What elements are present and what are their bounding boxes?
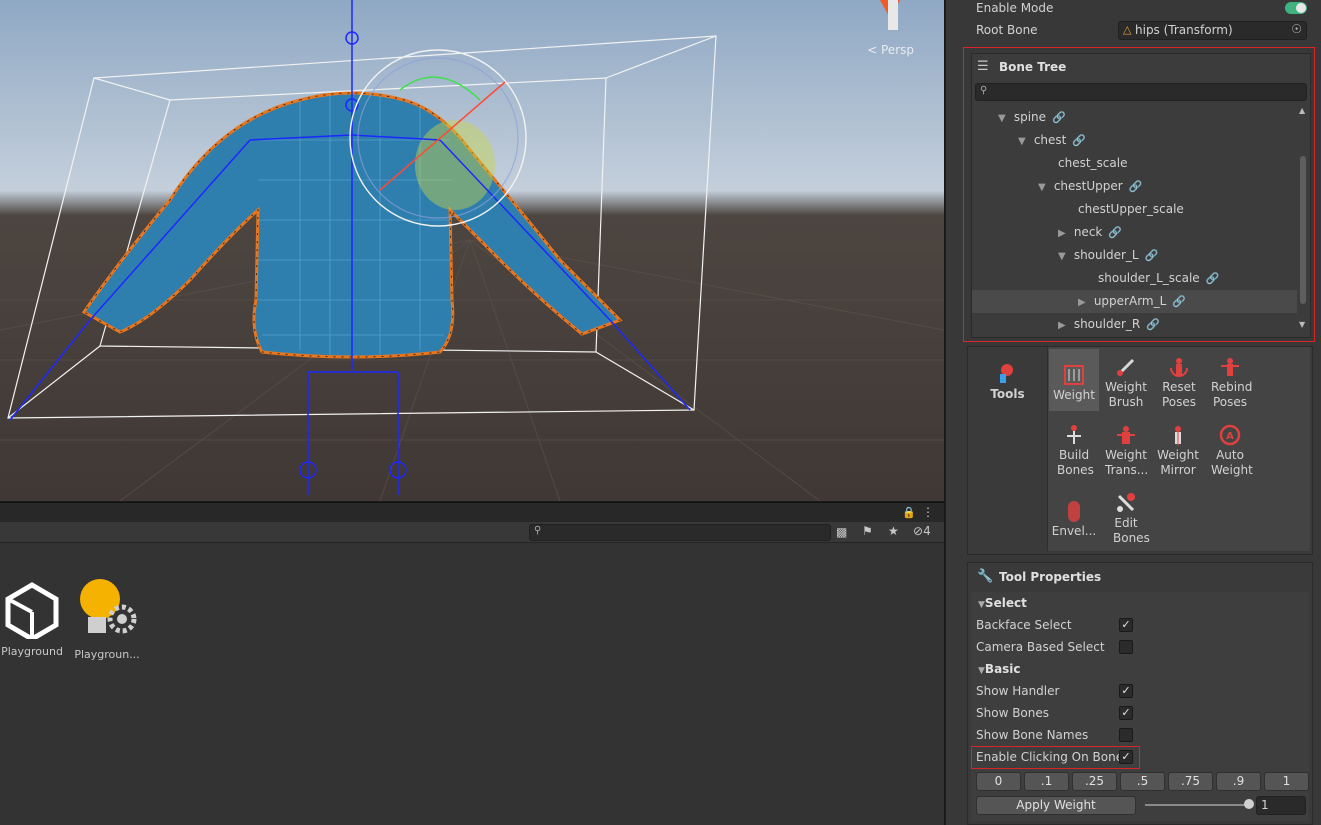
camera-based-select-checkbox[interactable] — [1119, 640, 1133, 654]
asset-item[interactable]: Playground — [0, 579, 67, 658]
tools-label: Tools — [990, 387, 1025, 401]
root-bone-field[interactable]: △ hips (Transform) ☉ — [1118, 21, 1307, 40]
tool-label: Weight — [1053, 388, 1095, 402]
tools-icon — [1000, 364, 1013, 383]
projection-label[interactable]: < Persp — [867, 43, 914, 57]
show-bone-names-label: Show Bone Names — [976, 728, 1089, 742]
weight-slider-track[interactable] — [1145, 804, 1249, 806]
scene-view[interactable]: < Persp — [0, 0, 944, 501]
foldout-arrow-icon: ▼ — [978, 666, 985, 676]
lighting-settings-icon — [80, 579, 137, 634]
weight-slider-knob[interactable] — [1244, 799, 1254, 809]
weight-preset-0.1-button[interactable]: .1 — [1024, 772, 1069, 791]
tool-rebind-poses-button[interactable]: Rebind Poses — [1205, 356, 1255, 410]
show-bones-checkbox[interactable]: ✓ — [1119, 706, 1133, 720]
build-bones-icon — [1067, 425, 1081, 444]
asset-label: Playgroun... — [74, 648, 140, 661]
backface-select-checkbox[interactable]: ✓ — [1119, 618, 1133, 632]
root-bone-value: hips (Transform) — [1135, 23, 1233, 37]
hidden-count: 4 — [923, 524, 931, 538]
object-picker-icon[interactable]: ☉ — [1291, 22, 1302, 36]
asset-label: Playground — [1, 645, 63, 658]
favorites-star-icon[interactable]: ★ — [888, 524, 899, 538]
enable-clicking-highlight-box — [971, 746, 1140, 769]
lock-icon[interactable]: 🔒 — [902, 506, 916, 519]
weight-preset-0.9-button[interactable]: .9 — [1216, 772, 1261, 791]
weight-value-text: 1 — [1261, 798, 1269, 812]
apply-weight-button[interactable]: Apply Weight — [976, 796, 1136, 815]
tool-label: Auto Weight — [1211, 448, 1253, 477]
project-tab-bar: 🔒 ⋮ — [0, 502, 944, 523]
root-bone-label: Root Bone — [976, 23, 1038, 37]
tool-build-bones-button[interactable]: Build Bones — [1049, 424, 1099, 478]
tool-label: Reset Poses — [1161, 380, 1197, 409]
asset-item[interactable]: Playgroun... — [72, 579, 142, 661]
brush-icon — [1117, 358, 1135, 376]
backface-select-label: Backface Select — [976, 618, 1072, 632]
basic-header: Basic — [984, 662, 1021, 676]
tool-envelope-button[interactable]: Envel... — [1049, 500, 1099, 539]
weight-preset-0.5-button[interactable]: .5 — [1120, 772, 1165, 791]
tool-properties-title: Tool Properties — [999, 570, 1102, 584]
tool-label: Weight Brush — [1105, 380, 1147, 409]
hidden-packages-toggle[interactable]: ⊘4 — [913, 524, 931, 538]
tool-label: Envel... — [1051, 524, 1097, 538]
enable-mode-label: Enable Mode — [976, 1, 1054, 15]
toggle-knob — [1296, 3, 1306, 13]
tool-label: Weight Mirror — [1157, 448, 1199, 477]
basic-foldout[interactable]: ▼Basic — [978, 662, 1021, 676]
tool-weight-transfer-button[interactable]: Weight Trans... — [1101, 424, 1151, 478]
tool-weight-brush-button[interactable]: Weight Brush — [1101, 356, 1151, 410]
tool-auto-weight-button[interactable]: A Auto Weight — [1205, 424, 1255, 478]
enable-mode-toggle[interactable] — [1285, 2, 1307, 14]
tool-edit-bones-button[interactable]: Edit Bones — [1101, 492, 1151, 546]
tool-label: Build Bones — [1057, 448, 1094, 477]
weight-value-field[interactable]: 1 — [1256, 796, 1306, 815]
transform-icon: △ — [1123, 23, 1132, 36]
envelope-icon — [1068, 501, 1080, 522]
weight-preset-0.25-button[interactable]: .25 — [1072, 772, 1117, 791]
select-foldout[interactable]: ▼Select — [978, 596, 1027, 610]
filter-by-type-icon[interactable]: ▩ — [836, 525, 847, 539]
project-search-input[interactable]: ⚲ — [529, 524, 831, 541]
project-assets-area: Playground Playgroun... — [0, 543, 944, 825]
eye-hidden-icon: ⊘ — [913, 524, 924, 538]
tool-weight-button[interactable]: Weight — [1049, 364, 1099, 403]
tool-weight-mirror-button[interactable]: Weight Mirror — [1153, 424, 1203, 478]
show-handler-label: Show Handler — [976, 684, 1060, 698]
scene-render — [0, 0, 944, 501]
tool-label: Weight Trans... — [1105, 448, 1149, 477]
reset-pose-icon — [1170, 358, 1188, 377]
unity-logo-icon — [5, 582, 59, 639]
search-icon: ⚲ — [534, 525, 542, 536]
rebind-pose-icon — [1221, 358, 1239, 376]
show-handler-checkbox[interactable]: ✓ — [1119, 684, 1133, 698]
weight-preset-1-button[interactable]: 1 — [1264, 772, 1309, 791]
show-bone-names-checkbox[interactable] — [1119, 728, 1133, 742]
more-options-icon[interactable]: ⋮ — [922, 505, 934, 519]
weight-mirror-icon — [1175, 426, 1181, 446]
svg-text:A: A — [1226, 431, 1234, 442]
weight-preset-0.75-button[interactable]: .75 — [1168, 772, 1213, 791]
foldout-arrow-icon: ▼ — [978, 600, 985, 610]
weight-preset-0-button[interactable]: 0 — [976, 772, 1021, 791]
bone-tree-highlight-box — [963, 47, 1315, 342]
show-bones-label: Show Bones — [976, 706, 1050, 720]
weight-transfer-icon — [1117, 426, 1135, 444]
tool-label: Edit Bones — [1113, 516, 1150, 545]
wrench-icon: 🔧 — [977, 569, 994, 584]
weight-icon — [1064, 365, 1084, 385]
select-header: Select — [984, 596, 1027, 610]
tool-reset-poses-button[interactable]: Reset Poses — [1154, 356, 1204, 410]
edit-bones-icon — [1117, 493, 1135, 512]
auto-weight-icon: A — [1219, 424, 1241, 446]
tool-label: Rebind Poses — [1211, 380, 1253, 409]
projection-text: Persp — [881, 43, 914, 57]
filter-by-label-icon[interactable]: ⚑ — [862, 524, 873, 538]
camera-based-select-label: Camera Based Select — [976, 640, 1105, 654]
